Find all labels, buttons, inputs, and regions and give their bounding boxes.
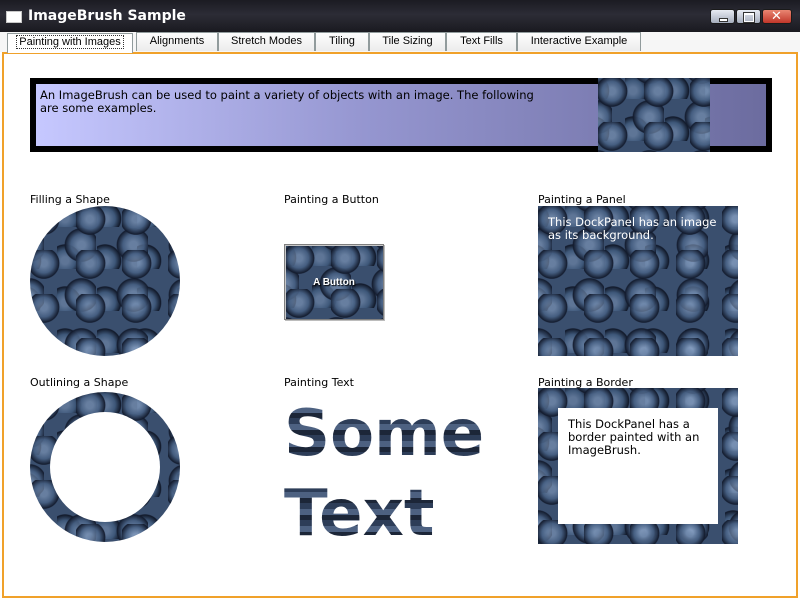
maximize-button[interactable]: [736, 9, 761, 24]
minimize-button[interactable]: [710, 9, 735, 24]
image-painted-button[interactable]: A Button: [284, 244, 384, 320]
tab-interactive-example[interactable]: Interactive Example: [517, 32, 641, 51]
close-button[interactable]: ✕: [762, 9, 792, 24]
image-painted-text: Some Text: [284, 394, 524, 554]
filling-shape-label: Filling a Shape: [30, 193, 110, 206]
minimize-icon: [719, 18, 728, 22]
image-background-panel: This DockPanel has an image as its backg…: [538, 206, 738, 356]
painting-button-label: Painting a Button: [284, 193, 379, 206]
tab-tiling[interactable]: Tiling: [315, 32, 369, 51]
outlining-shape-label: Outlining a Shape: [30, 376, 129, 389]
border-panel-text: This DockPanel has a border painted with…: [568, 417, 700, 457]
panel-text: This DockPanel has an image as its backg…: [548, 215, 717, 242]
tab-strip: Painting with Images Alignments Stretch …: [0, 32, 800, 53]
ring-hole: [50, 412, 160, 522]
intro-banner: An ImageBrush can be used to paint a var…: [30, 78, 772, 152]
tab-text-fills[interactable]: Text Fills: [446, 32, 517, 51]
window-title: ImageBrush Sample: [28, 8, 186, 24]
banner-image: [598, 78, 710, 152]
tab-content-panel: An ImageBrush can be used to paint a var…: [2, 52, 798, 598]
image-filled-circle: [30, 206, 180, 356]
painting-text-label: Painting Text: [284, 376, 354, 389]
maximize-icon: [744, 13, 754, 22]
painting-panel-label: Painting a Panel: [538, 193, 626, 206]
tab-painting-with-images[interactable]: Painting with Images: [7, 33, 133, 53]
app-icon: [6, 11, 22, 23]
banner-text: An ImageBrush can be used to paint a var…: [40, 88, 534, 115]
tab-stretch-modes[interactable]: Stretch Modes: [218, 32, 315, 51]
image-border-panel: This DockPanel has a border painted with…: [538, 388, 738, 544]
close-icon: ✕: [771, 9, 782, 24]
image-outlined-ring: [30, 392, 180, 542]
border-panel-inner: This DockPanel has a border painted with…: [558, 408, 718, 524]
tab-tile-sizing[interactable]: Tile Sizing: [369, 32, 446, 51]
tab-alignments[interactable]: Alignments: [136, 32, 218, 51]
title-bar[interactable]: ImageBrush Sample ✕: [0, 0, 800, 32]
